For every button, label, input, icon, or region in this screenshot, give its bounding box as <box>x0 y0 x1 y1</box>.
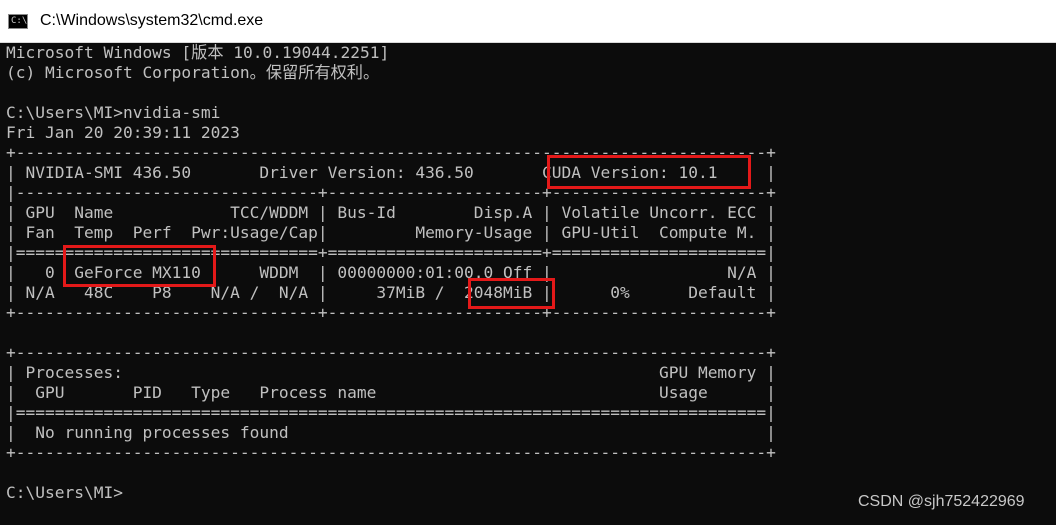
console-line: Microsoft Windows [版本 10.0.19044.2251] <box>6 43 390 62</box>
console-line: | No running processes found | <box>6 423 776 442</box>
console-line: Fri Jan 20 20:39:11 2023 <box>6 123 240 142</box>
console-line: | N/A 48C P8 N/A / N/A | 37MiB / 2048MiB… <box>6 283 776 302</box>
window-title: C:\Windows\system32\cmd.exe <box>40 12 264 29</box>
console-line: +---------------------------------------… <box>6 143 776 162</box>
cmd-icon-glyph: C:\ <box>11 16 28 26</box>
title-bar[interactable]: C:\ C:\Windows\system32\cmd.exe <box>0 0 1056 43</box>
console-line: | GPU PID Type Process name Usage | <box>6 383 776 402</box>
console-line: C:\Users\MI>nvidia-smi <box>6 103 221 122</box>
console-line: | Processes: GPU Memory | <box>6 363 776 382</box>
console-line: +---------------------------------------… <box>6 343 776 362</box>
console-line: |===============================+=======… <box>6 243 776 262</box>
console-line: (c) Microsoft Corporation。保留所有权利。 <box>6 63 380 82</box>
console-line: +-------------------------------+-------… <box>6 303 776 322</box>
console-line: | NVIDIA-SMI 436.50 Driver Version: 436.… <box>6 163 776 182</box>
console-line: | 0 GeForce MX110 WDDM | 00000000:01:00.… <box>6 263 776 282</box>
cmd-app-icon[interactable]: C:\ <box>8 14 28 29</box>
console-line: |=======================================… <box>6 403 776 422</box>
watermark-text: CSDN @sjh752422969 <box>858 493 1025 510</box>
console-output[interactable]: Microsoft Windows [版本 10.0.19044.2251] (… <box>0 43 1056 525</box>
console-line: | Fan Temp Perf Pwr:Usage/Cap| Memory-Us… <box>6 223 776 242</box>
cmd-window: C:\ C:\Windows\system32\cmd.exe Microsof… <box>0 0 1056 525</box>
console-line: |-------------------------------+-------… <box>6 183 776 202</box>
console-line: +---------------------------------------… <box>6 443 776 462</box>
console-line: C:\Users\MI> <box>6 483 123 502</box>
console-line: | GPU Name TCC/WDDM | Bus-Id Disp.A | Vo… <box>6 203 776 222</box>
